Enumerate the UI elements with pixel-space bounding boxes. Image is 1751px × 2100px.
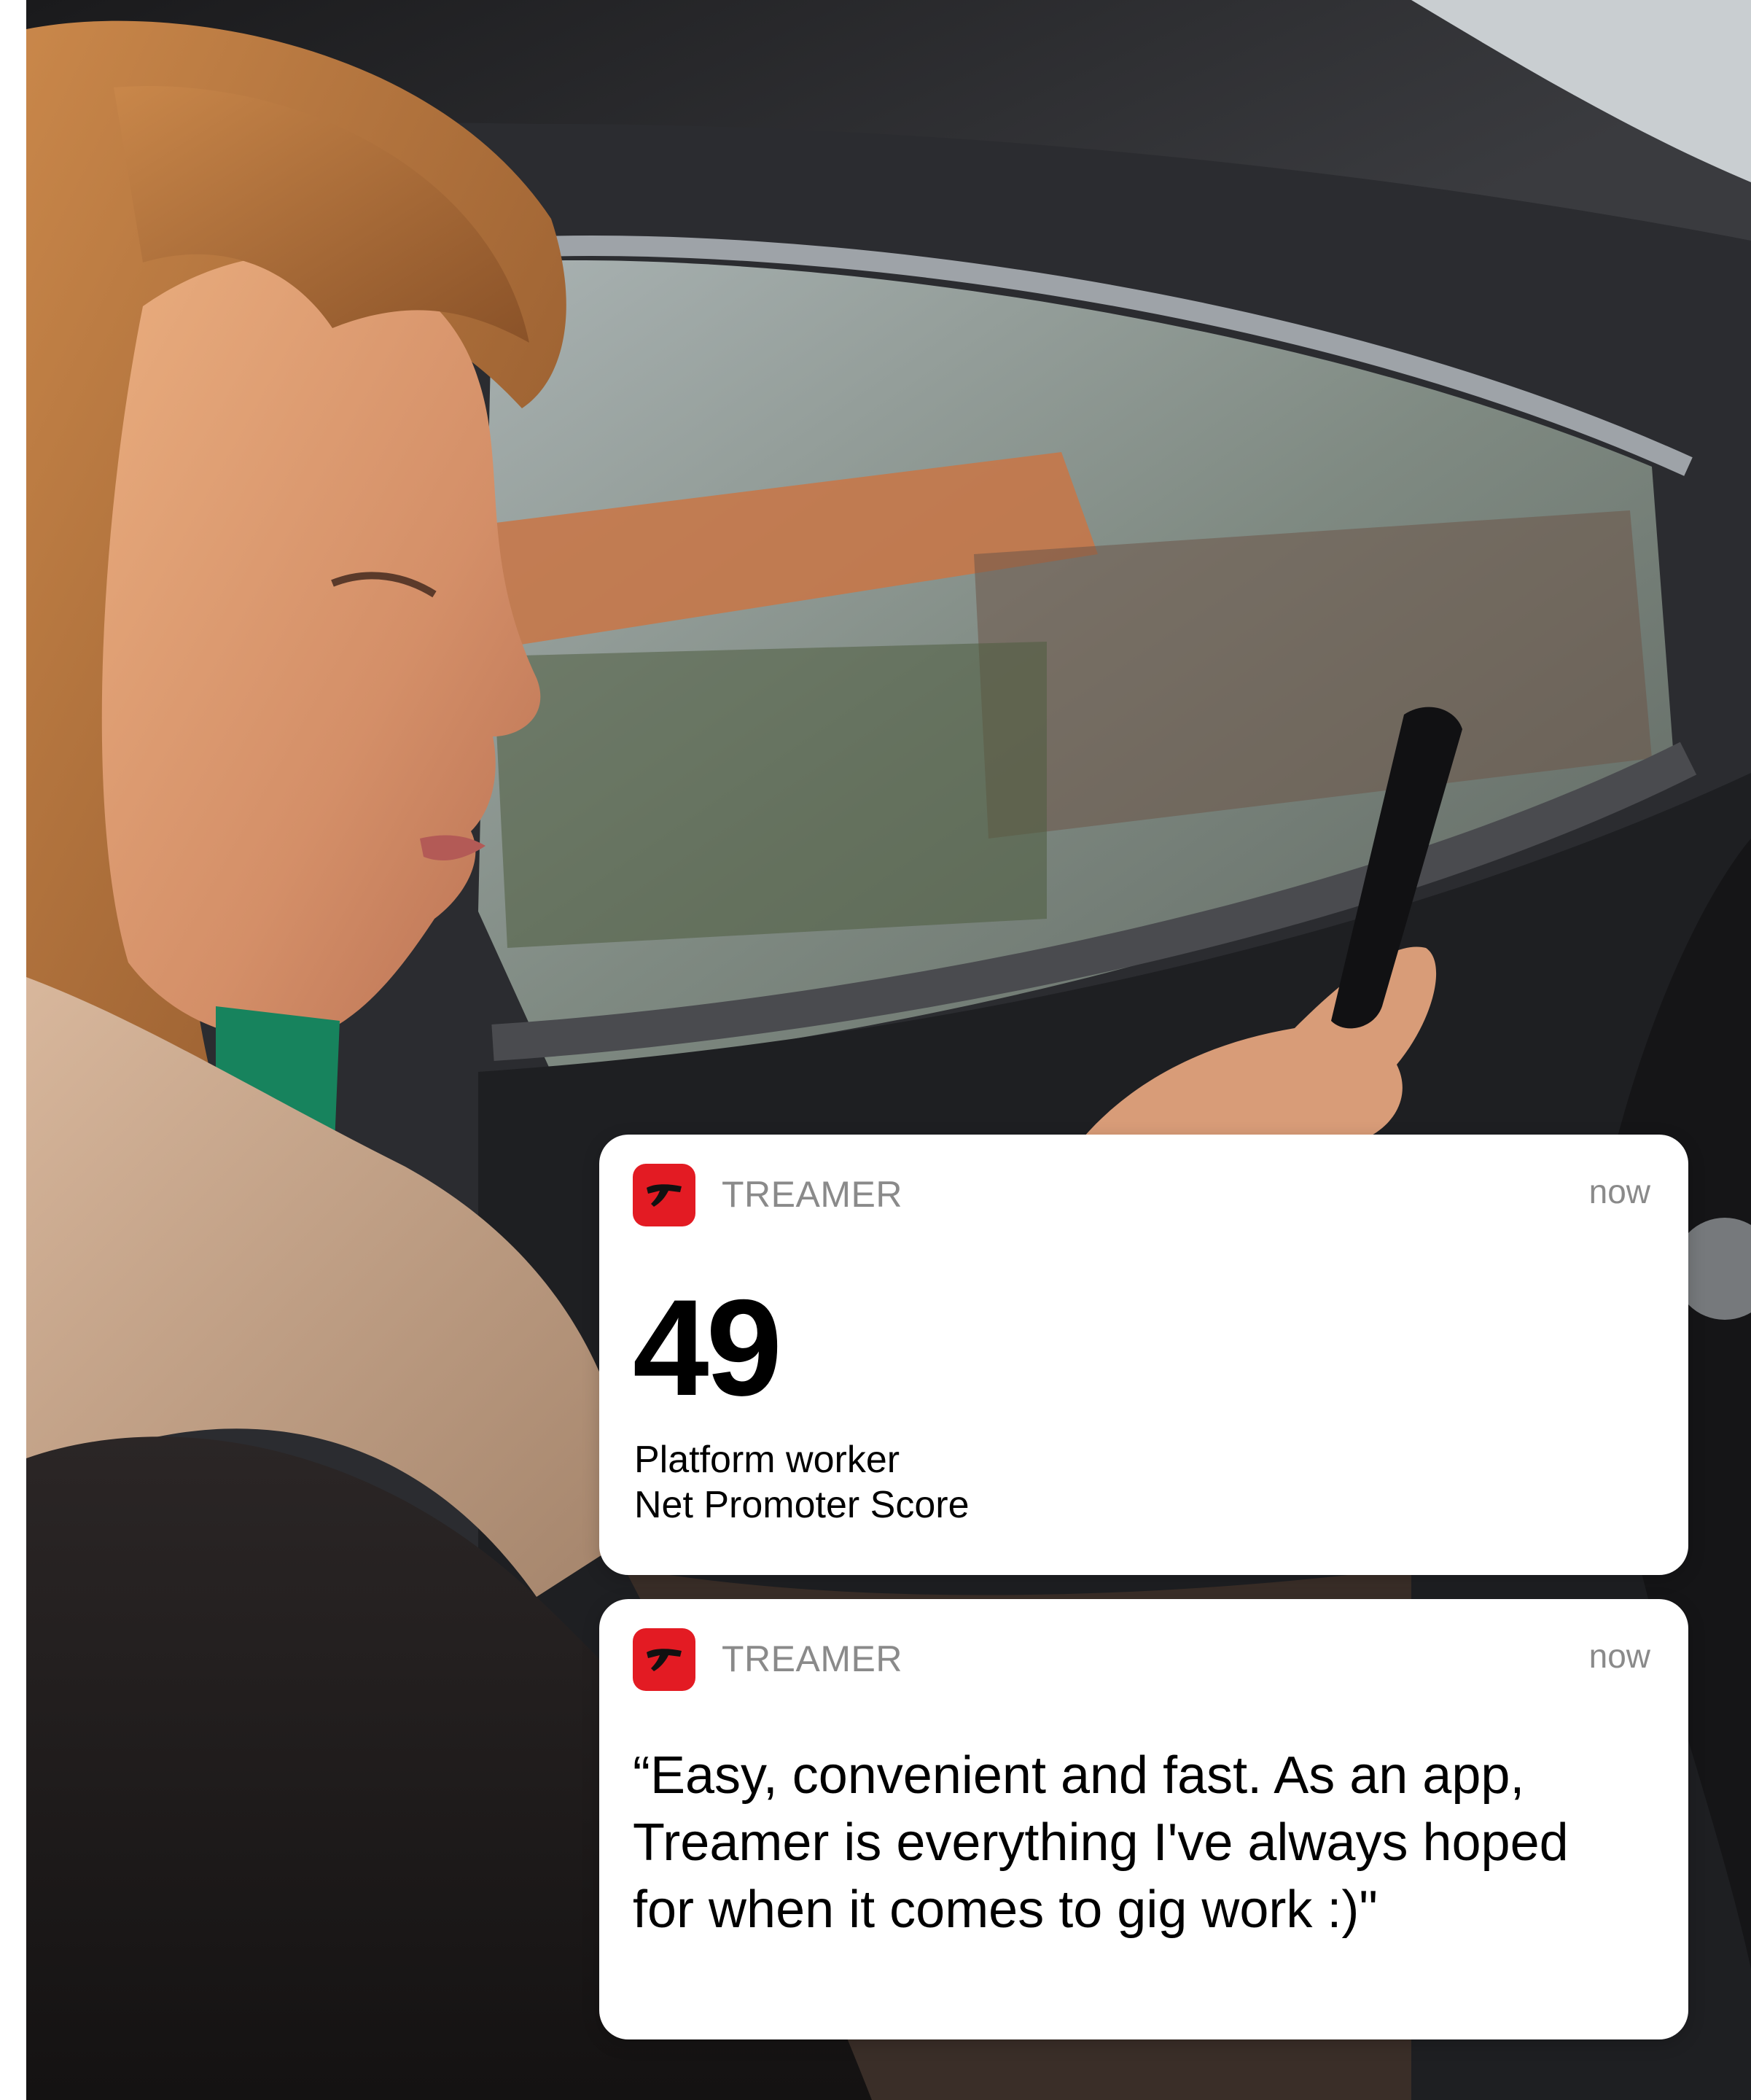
notification-card-score[interactable]: TREAMER now 49 Platform worker Net Promo…	[599, 1135, 1688, 1575]
treamer-logo-icon	[633, 1628, 695, 1691]
notification-card-quote[interactable]: TREAMER now “Easy, convenient and fast. …	[599, 1599, 1688, 2039]
score-label-line-2: Net Promoter Score	[634, 1484, 970, 1526]
nps-score-value: 49	[633, 1271, 782, 1424]
app-name: TREAMER	[722, 1638, 902, 1679]
score-label-line-1: Platform worker	[634, 1439, 900, 1481]
notification-timestamp: now	[1588, 1172, 1650, 1210]
app-name: TREAMER	[722, 1174, 902, 1215]
notification-timestamp: now	[1588, 1637, 1650, 1675]
testimonial-quote: “Easy, convenient and fast. As an app, T…	[633, 1746, 1569, 1939]
page: TREAMER now 49 Platform worker Net Promo…	[0, 0, 1751, 2100]
treamer-logo-icon	[633, 1164, 695, 1226]
